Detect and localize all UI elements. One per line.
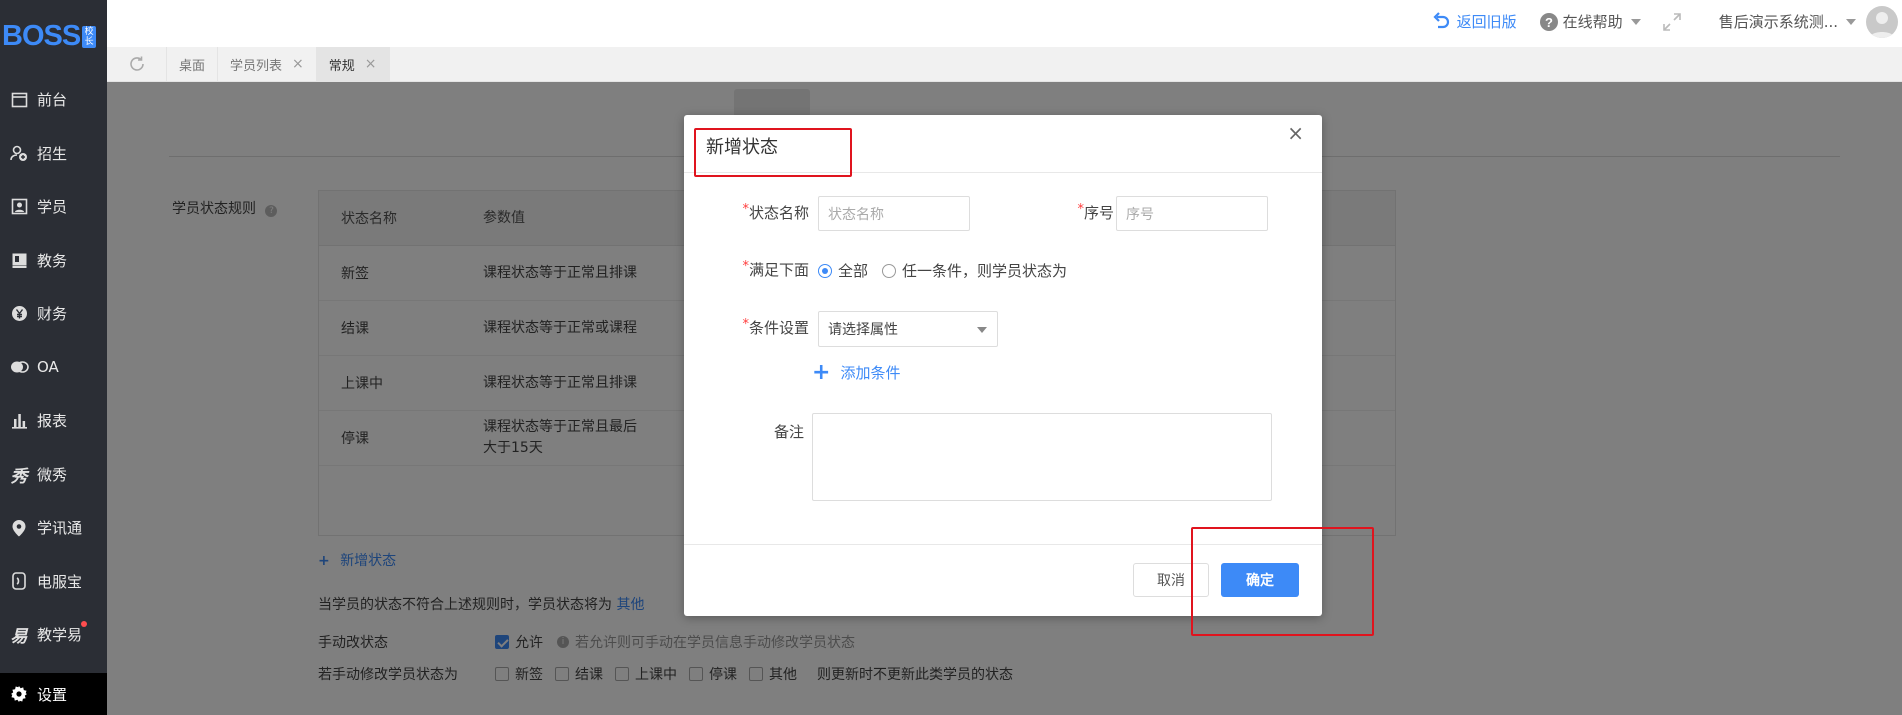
- radio-any[interactable]: [882, 263, 897, 278]
- order-label: *序号: [1077, 202, 1114, 222]
- sidebar-item-reports[interactable]: 报表: [0, 394, 107, 448]
- sidebar-item-label: 微秀: [37, 465, 68, 484]
- sidebar-item-label: 教务: [37, 251, 68, 270]
- notification-dot: [81, 621, 87, 627]
- sidebar-item-label: 学讯通: [37, 519, 83, 538]
- xiu-icon: 秀: [10, 466, 28, 487]
- teach-icon: 易: [10, 627, 28, 648]
- gear-icon: [9, 684, 29, 704]
- sidebar-item-frontdesk[interactable]: 前台: [0, 73, 107, 127]
- chevron-down-icon: [1630, 18, 1641, 25]
- add-condition-label: 添加条件: [840, 364, 901, 382]
- sidebar-item-label: 教学易: [37, 626, 83, 645]
- sidebar-item-label: 电服宝: [37, 572, 83, 591]
- tab-student-list[interactable]: 学员列表 ×: [218, 47, 317, 81]
- remark-textarea[interactable]: [812, 413, 1272, 501]
- sidebar-item-label: 财务: [37, 305, 68, 324]
- logo[interactable]: BOSS 校长: [0, 0, 107, 73]
- remark-label: 备注: [773, 423, 804, 441]
- online-help-menu[interactable]: ? 在线帮助: [1539, 11, 1681, 32]
- sidebar-item-weixiu[interactable]: 秀 微秀: [0, 448, 107, 502]
- help-label: 在线帮助: [1562, 13, 1623, 31]
- attribute-select[interactable]: 请选择属性: [818, 311, 998, 347]
- select-value: 请选择属性: [828, 322, 898, 338]
- sidebar-item-oa[interactable]: OA: [0, 341, 107, 395]
- status-name-label: *状态名称: [742, 202, 809, 222]
- location-icon: [9, 518, 29, 538]
- fullscreen-icon[interactable]: [1662, 12, 1681, 31]
- phone-icon: [9, 571, 29, 591]
- sidebar: BOSS 校长 前台 招生 学员 教务 财务 OA 报表 秀 微秀 学讯通 电服…: [0, 0, 107, 715]
- order-input[interactable]: 序号: [1116, 196, 1268, 231]
- sidebar-item-students[interactable]: 学员: [0, 180, 107, 234]
- bar-chart-icon: [9, 411, 29, 431]
- calendar-icon: [9, 90, 29, 110]
- chevron-down-icon: [1846, 18, 1856, 25]
- sidebar-item-enroll[interactable]: 招生: [0, 127, 107, 181]
- help-icon: ?: [1539, 12, 1559, 32]
- book-icon: [9, 250, 29, 270]
- tab-label: 桌面: [179, 58, 206, 74]
- id-card-icon: [9, 197, 29, 217]
- sidebar-item-settings[interactable]: 设置: [0, 673, 107, 715]
- tab-desktop[interactable]: 桌面: [167, 47, 219, 81]
- condition-label: *满足下面: [742, 259, 809, 279]
- sidebar-item-label: 设置: [37, 685, 68, 704]
- chat-icon: [9, 357, 29, 377]
- tab-label: 常规: [328, 58, 355, 74]
- user-name: 售后演示系统测...: [1718, 13, 1838, 31]
- top-header: 返回旧版 ? 在线帮助 售后演示系统测...: [107, 0, 1902, 47]
- sidebar-item-finance[interactable]: 财务: [0, 287, 107, 341]
- sidebar-item-label: 学员: [37, 198, 68, 217]
- logo-badge: 校长: [82, 25, 97, 48]
- refresh-icon: [128, 55, 146, 73]
- condition-radio-group: 全部 任一条件，则学员状态为: [818, 260, 1067, 281]
- avatar[interactable]: [1866, 5, 1898, 38]
- radio-all-label: 全部: [838, 262, 869, 280]
- close-icon[interactable]: ×: [1287, 121, 1304, 145]
- refresh-button[interactable]: [107, 47, 167, 81]
- plus-icon: +: [812, 359, 831, 385]
- radio-all[interactable]: [818, 263, 832, 278]
- undo-icon: [1431, 11, 1451, 32]
- user-plus-icon: [9, 143, 29, 163]
- back-label: 返回旧版: [1456, 13, 1517, 31]
- back-to-old-version-link[interactable]: 返回旧版: [1431, 11, 1517, 32]
- annotation-box-title: [694, 128, 852, 177]
- chevron-down-icon: [977, 327, 987, 333]
- status-name-input[interactable]: 状态名称: [818, 196, 970, 231]
- tab-bar: 桌面 学员列表 × 常规 ×: [107, 47, 1902, 82]
- sidebar-item-dianfubao[interactable]: 电服宝: [0, 555, 107, 609]
- radio-any-label: 任一条件，则学员状态为: [902, 262, 1068, 280]
- sidebar-item-label: OA: [37, 358, 59, 377]
- add-condition-button[interactable]: + 添加条件: [812, 359, 901, 385]
- tab-label: 学员列表: [230, 58, 283, 74]
- logo-text: BOSS: [2, 20, 81, 52]
- sidebar-item-xuexuntong[interactable]: 学讯通: [0, 501, 107, 555]
- sidebar-item-label: 招生: [37, 144, 68, 163]
- close-icon[interactable]: ×: [292, 56, 304, 72]
- tab-general[interactable]: 常规 ×: [316, 47, 390, 81]
- sidebar-item-academic[interactable]: 教务: [0, 234, 107, 288]
- condition-setting-label: *条件设置: [742, 317, 809, 337]
- sidebar-item-jiaoxueyi[interactable]: 易 教学易: [0, 608, 107, 662]
- close-icon[interactable]: ×: [365, 56, 377, 72]
- sidebar-item-label: 报表: [37, 412, 68, 431]
- svg-text:?: ?: [1545, 15, 1553, 30]
- annotation-box-confirm: [1191, 527, 1374, 636]
- user-menu[interactable]: 售后演示系统测...: [1699, 5, 1898, 38]
- yen-icon: [9, 304, 29, 324]
- sidebar-item-label: 前台: [37, 91, 68, 110]
